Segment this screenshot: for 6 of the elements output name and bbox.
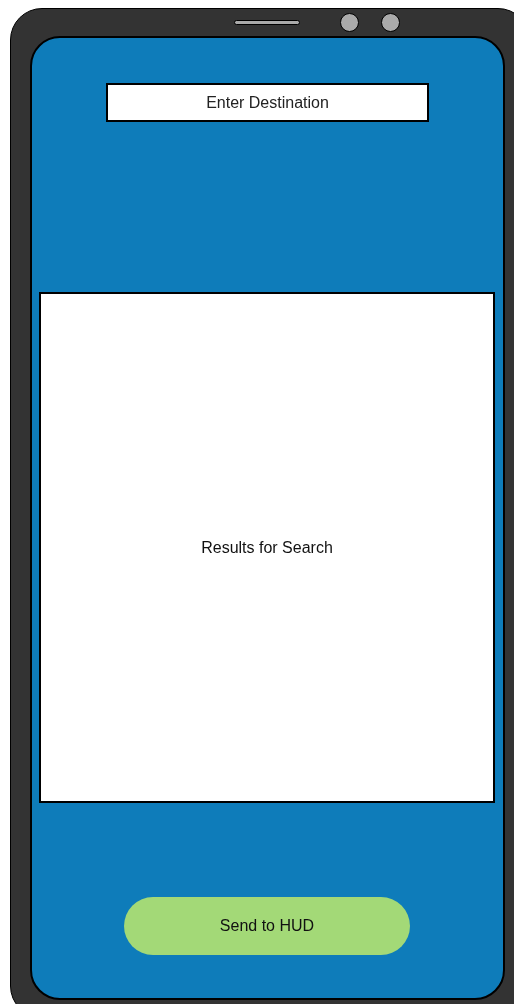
results-text: Results for Search <box>201 538 333 557</box>
destination-field[interactable]: Enter Destination <box>106 83 429 122</box>
send-button[interactable]: Send to HUD <box>124 897 410 955</box>
speaker-icon <box>234 20 300 25</box>
camera-icon <box>381 13 400 32</box>
camera-icon <box>340 13 359 32</box>
